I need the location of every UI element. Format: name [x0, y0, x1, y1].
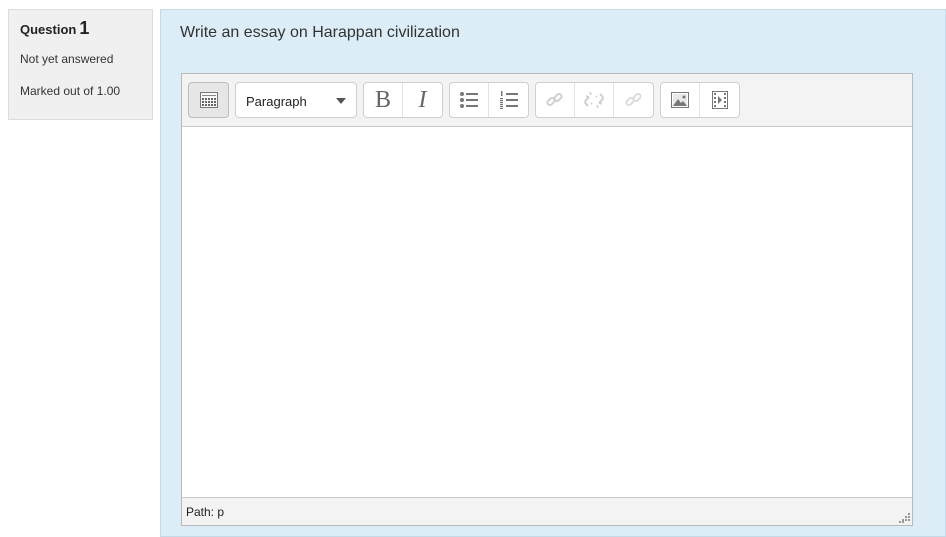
editor-statusbar: Path: p	[182, 497, 912, 525]
question-number: 1	[79, 18, 90, 38]
anchor-button[interactable]	[614, 83, 653, 117]
question-state: Not yet answered	[20, 52, 114, 66]
editor-toolbar: Paragraph B I	[182, 74, 912, 127]
toolbar-toggle-group	[188, 82, 229, 118]
quiz-page: Question 1 Not yet answered Marked out of…	[0, 0, 946, 537]
italic-icon: I	[418, 86, 427, 113]
toolbar-toggle-icon	[199, 92, 218, 108]
resize-handle-icon[interactable]	[898, 511, 910, 523]
link-icon	[546, 92, 563, 107]
bulleted-list-icon	[460, 92, 478, 108]
image-icon	[671, 92, 689, 108]
question-info-panel: Question 1 Not yet answered Marked out of…	[8, 9, 153, 120]
question-text: Write an essay on Harappan civilization	[180, 24, 460, 41]
media-group	[660, 82, 740, 118]
numbered-list-icon	[499, 91, 518, 109]
question-grade: Marked out of 1.00	[20, 84, 121, 98]
link-group	[535, 82, 654, 118]
unlink-button[interactable]	[575, 83, 614, 117]
paragraph-format-value: Paragraph	[246, 94, 307, 109]
media-icon	[711, 91, 728, 109]
unlink-icon	[584, 91, 604, 109]
link-button[interactable]	[536, 83, 575, 117]
toolbar-toggle-button[interactable]	[189, 83, 228, 117]
element-path: Path: p	[186, 505, 225, 519]
numbered-list-button[interactable]	[489, 83, 528, 117]
question-content-panel: Write an essay on Harappan civilization	[160, 9, 946, 537]
insert-image-button[interactable]	[661, 83, 700, 117]
chevron-down-icon	[336, 98, 346, 104]
essay-editor: Paragraph B I Path: p	[181, 73, 913, 526]
paragraph-format-select[interactable]: Paragraph	[235, 82, 357, 118]
question-label: Question	[20, 22, 77, 37]
bold-button[interactable]: B	[364, 83, 403, 117]
bold-icon: B	[374, 86, 391, 113]
essay-text-area[interactable]	[182, 127, 912, 498]
italic-button[interactable]: I	[403, 83, 442, 117]
question-number-heading: Question 1	[20, 19, 152, 39]
bulleted-list-button[interactable]	[450, 83, 489, 117]
format-group: B I	[363, 82, 443, 118]
insert-media-button[interactable]	[700, 83, 739, 117]
anchor-icon	[624, 92, 642, 107]
list-group	[449, 82, 529, 118]
